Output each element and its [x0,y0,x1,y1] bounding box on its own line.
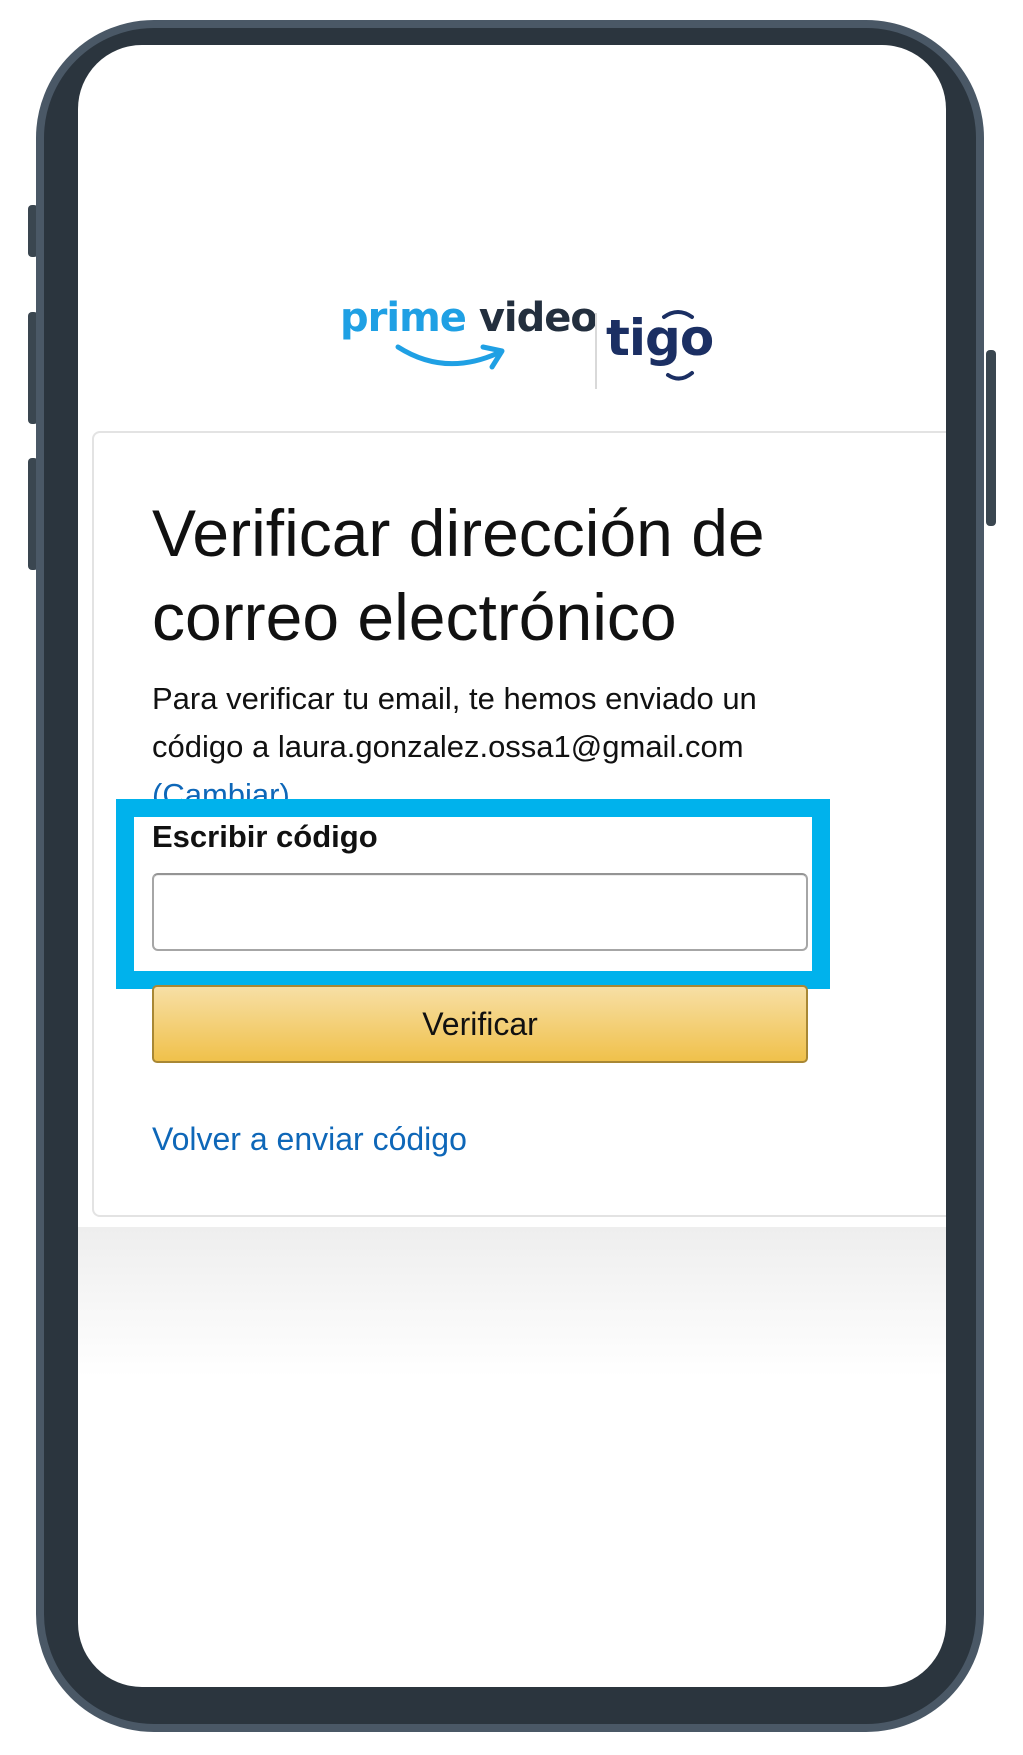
prime-video-logo: prime video [340,295,598,385]
tigo-swoosh-icon [662,310,694,381]
logo-divider [595,313,597,389]
description-text: Para verificar tu email, te hemos enviad… [152,681,757,764]
page-title: Verificar dirección de correo electrónic… [152,496,765,654]
power-button [986,350,996,526]
resend-code-link[interactable]: Volver a enviar código [152,1121,467,1158]
footer-area [78,1227,946,1377]
phone-screen: prime video tigo Verificar dirección de … [78,45,946,1687]
code-input[interactable] [152,873,808,951]
verification-card: Verificar dirección de correo electrónic… [92,431,946,1217]
phone-mockup: prime video tigo Verificar dirección de … [0,0,1023,1755]
tigo-logo: tigo [606,309,716,389]
smile-arrow-icon [395,344,505,370]
brand-header: prime video tigo [78,265,946,389]
verify-button[interactable]: Verificar [152,985,808,1063]
verification-description: Para verificar tu email, te hemos enviad… [152,675,852,819]
code-field-label: Escribir código [152,819,378,854]
